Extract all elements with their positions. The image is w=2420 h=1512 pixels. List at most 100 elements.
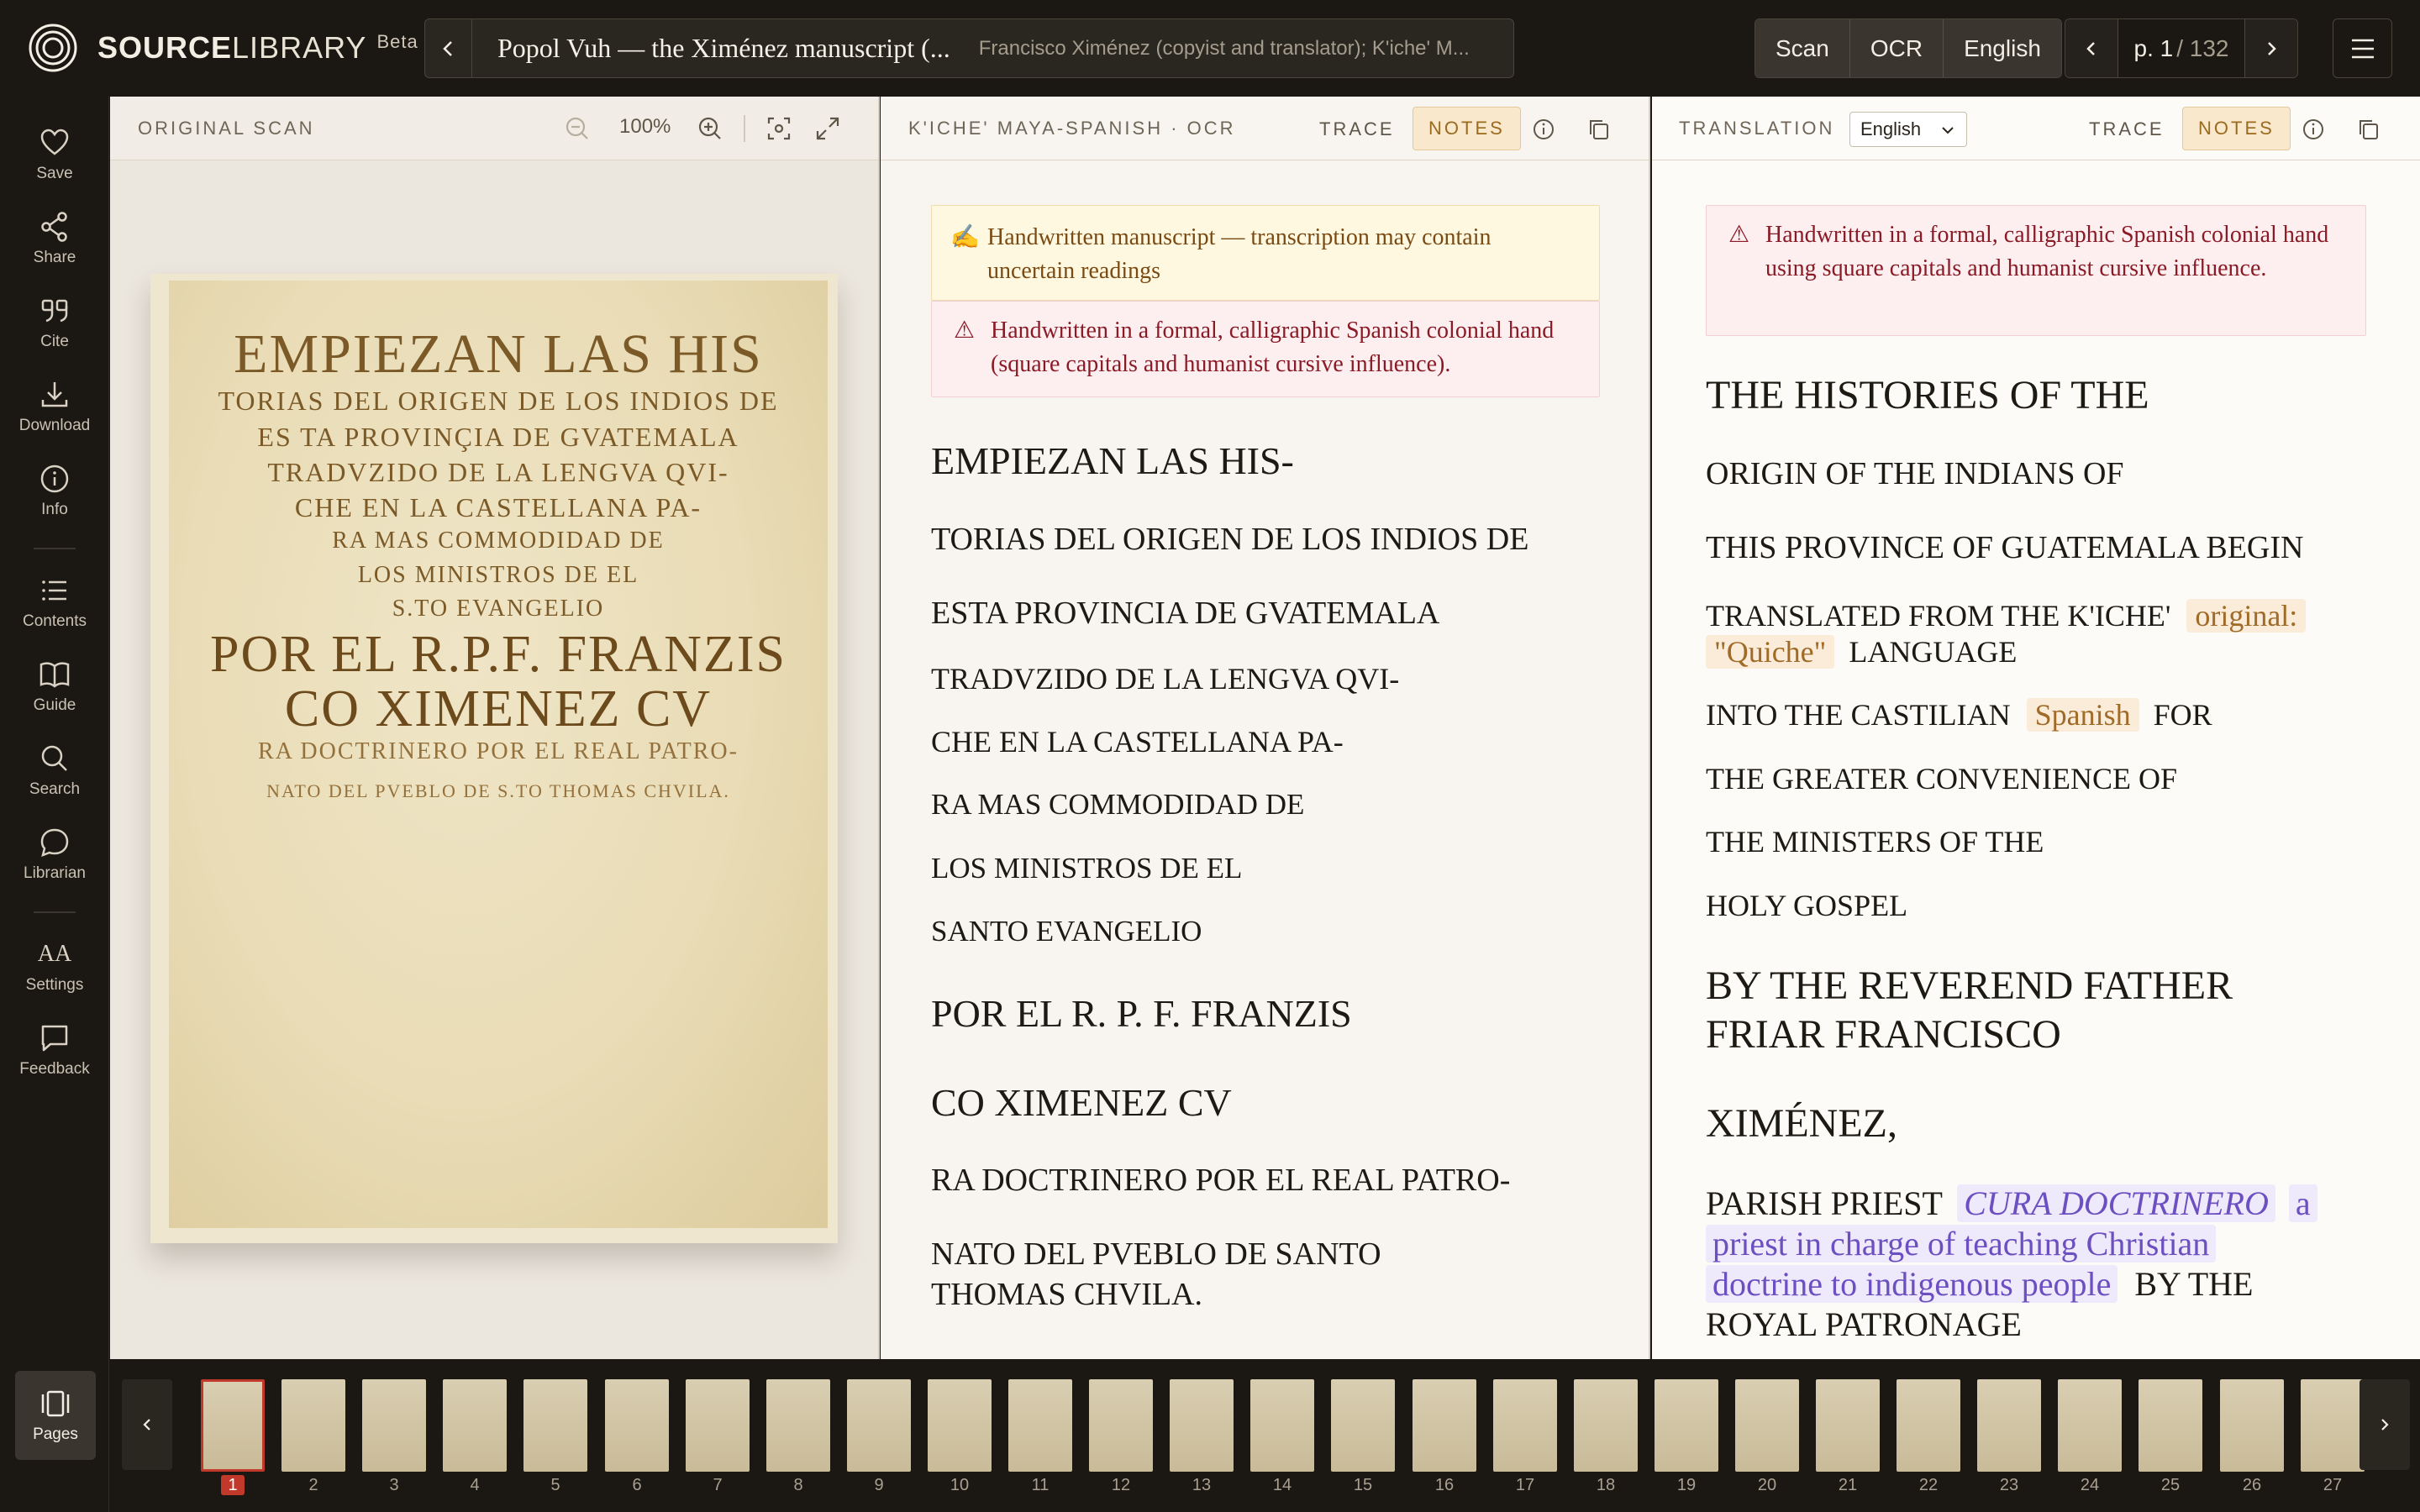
filmstrip-next-button[interactable] bbox=[2360, 1379, 2410, 1470]
page-thumbnail[interactable] bbox=[1493, 1379, 1557, 1472]
manuscript-scan-image[interactable]: EMPIEZAN LAS HIS TORIAS DEL ORIGEN DE LO… bbox=[150, 274, 838, 1243]
page-thumbnail-number: 2 bbox=[308, 1476, 318, 1494]
cite-label: Cite bbox=[40, 333, 69, 350]
page-thumbnail[interactable] bbox=[1331, 1379, 1395, 1472]
page-thumbnail[interactable] bbox=[928, 1379, 992, 1472]
share-button[interactable]: Share bbox=[0, 210, 109, 286]
next-page-button[interactable] bbox=[2245, 19, 2297, 77]
settings-button[interactable]: AA Settings bbox=[0, 937, 109, 1013]
feedback-button[interactable]: Feedback bbox=[0, 1021, 109, 1097]
page-thumbnail-number: 7 bbox=[713, 1476, 723, 1494]
ocr-mode-button[interactable]: OCR bbox=[1849, 19, 1944, 77]
page-thumbnail[interactable] bbox=[2058, 1379, 2122, 1472]
glossary-definition[interactable]: priest in charge of teaching Christian bbox=[1706, 1225, 2217, 1263]
page-thumbnail[interactable] bbox=[1735, 1379, 1799, 1472]
chevron-left-icon bbox=[442, 40, 452, 56]
page-thumbnail[interactable] bbox=[1413, 1379, 1476, 1472]
translation-line: ROYAL PATRONAGE bbox=[1706, 1305, 2022, 1343]
menu-button[interactable] bbox=[2333, 18, 2392, 78]
search-button[interactable]: Search bbox=[0, 742, 109, 817]
fit-page-icon[interactable] bbox=[765, 115, 792, 142]
glossary-definition[interactable]: doctrine to indigenous people bbox=[1706, 1265, 2118, 1303]
page-thumbnail[interactable] bbox=[1089, 1379, 1153, 1472]
translation-line: THE GREATER CONVENIENCE OF bbox=[1706, 762, 2177, 795]
page-thumbnail-number: 22 bbox=[1918, 1476, 1939, 1494]
list-icon bbox=[42, 580, 66, 601]
ocr-line: TRADVZIDO DE LA LENGVA QVI- bbox=[931, 662, 1400, 696]
translator-note[interactable]: Spanish bbox=[2026, 698, 2139, 732]
copy-icon[interactable] bbox=[2356, 117, 2381, 142]
share-icon bbox=[41, 212, 67, 242]
uncertain-reading-notice: ✍ Handwritten manuscript — transcription… bbox=[931, 205, 1600, 301]
pages-button[interactable]: Pages bbox=[15, 1371, 96, 1460]
notes-button[interactable]: NOTES bbox=[2182, 107, 2291, 150]
expand-icon[interactable] bbox=[814, 115, 841, 142]
trace-button[interactable]: TRACE bbox=[2089, 108, 2165, 150]
guide-button[interactable]: Guide bbox=[0, 658, 109, 733]
back-button[interactable] bbox=[425, 19, 472, 77]
selected-language: English bbox=[1860, 118, 1922, 139]
page-thumbnail[interactable] bbox=[1008, 1379, 1072, 1472]
cite-button[interactable]: Cite bbox=[0, 294, 109, 370]
page-thumbnail[interactable] bbox=[1655, 1379, 1718, 1472]
page-thumbnail[interactable] bbox=[362, 1379, 426, 1472]
page-indicator[interactable]: p. 1/ 132 bbox=[2118, 19, 2245, 77]
zoom-in-icon[interactable] bbox=[697, 115, 723, 142]
translation-line: TRANSLATED FROM THE K'ICHE' original: bbox=[1706, 598, 2307, 633]
page-thumbnail[interactable] bbox=[2220, 1379, 2284, 1472]
glossary-term[interactable]: CURA DOCTRINERO bbox=[1957, 1184, 2275, 1222]
logo[interactable]: SOURCE LIBRARY Beta bbox=[29, 24, 418, 72]
page-thumbnail[interactable] bbox=[2139, 1379, 2202, 1472]
translation-text: FOR bbox=[2153, 698, 2212, 732]
translation-line: THE HISTORIES OF THE bbox=[1706, 373, 2149, 417]
save-button[interactable]: Save bbox=[0, 126, 109, 202]
page-thumbnail-number: 9 bbox=[874, 1476, 884, 1494]
script-note-text: Handwritten in a formal, calligraphic Sp… bbox=[991, 318, 1555, 377]
download-button[interactable]: Download bbox=[0, 378, 109, 454]
translation-line: priest in charge of teaching Christian bbox=[1706, 1224, 2217, 1263]
translation-language-select[interactable]: English bbox=[1849, 112, 1967, 147]
translation-text: BY THE bbox=[2134, 1265, 2254, 1303]
translation-text: TRANSLATED FROM THE K'ICHE' bbox=[1706, 599, 2171, 633]
translator-note[interactable]: "Quiche" bbox=[1706, 635, 1835, 669]
page-thumbnail[interactable] bbox=[523, 1379, 587, 1472]
message-square-icon bbox=[41, 1025, 68, 1052]
text-size-icon: AA bbox=[37, 941, 72, 967]
quote-icon bbox=[41, 299, 68, 323]
trace-button[interactable]: TRACE bbox=[1319, 108, 1395, 150]
page-thumbnail[interactable] bbox=[686, 1379, 750, 1472]
page-thumbnail[interactable] bbox=[443, 1379, 507, 1472]
translation-panel-title: TRANSLATION bbox=[1679, 118, 1835, 139]
scan-mode-button[interactable]: Scan bbox=[1755, 19, 1850, 77]
info-button[interactable]: Info bbox=[0, 462, 109, 538]
prev-page-button[interactable] bbox=[2065, 19, 2118, 77]
contents-button[interactable]: Contents bbox=[0, 574, 109, 649]
glossary-definition[interactable]: a bbox=[2288, 1184, 2317, 1222]
filmstrip-prev-button[interactable] bbox=[122, 1379, 172, 1470]
page-thumbnail[interactable] bbox=[1250, 1379, 1314, 1472]
document-title-bar[interactable]: Popol Vuh — the Ximénez manuscript (... … bbox=[424, 18, 1514, 78]
info-icon[interactable] bbox=[1531, 117, 1556, 142]
page-thumbnail[interactable] bbox=[281, 1379, 345, 1472]
page-thumbnail[interactable] bbox=[1574, 1379, 1638, 1472]
translator-note[interactable]: original: bbox=[2186, 599, 2307, 633]
page-thumbnail-number: 3 bbox=[389, 1476, 399, 1494]
translation-panel-header: TRANSLATION English TRACE NOTES bbox=[1652, 97, 2420, 160]
page-thumbnail[interactable] bbox=[201, 1379, 265, 1472]
ocr-line: POR EL R. P. F. FRANZIS bbox=[931, 992, 1352, 1035]
page-thumbnail[interactable] bbox=[1816, 1379, 1880, 1472]
librarian-button[interactable]: Librarian bbox=[0, 826, 109, 901]
page-thumbnail[interactable] bbox=[605, 1379, 669, 1472]
zoom-out-icon[interactable] bbox=[564, 115, 591, 142]
english-mode-button[interactable]: English bbox=[1944, 19, 2061, 77]
page-thumbnail[interactable] bbox=[2301, 1379, 2365, 1472]
page-thumbnail[interactable] bbox=[766, 1379, 830, 1472]
page-thumbnail[interactable] bbox=[1897, 1379, 1960, 1472]
notes-button[interactable]: NOTES bbox=[1413, 107, 1521, 150]
copy-icon[interactable] bbox=[1586, 117, 1612, 142]
page-thumbnail[interactable] bbox=[1170, 1379, 1234, 1472]
info-icon[interactable] bbox=[2301, 117, 2326, 142]
page-thumbnail[interactable] bbox=[847, 1379, 911, 1472]
chevron-right-icon bbox=[2381, 1419, 2389, 1431]
page-thumbnail[interactable] bbox=[1977, 1379, 2041, 1472]
